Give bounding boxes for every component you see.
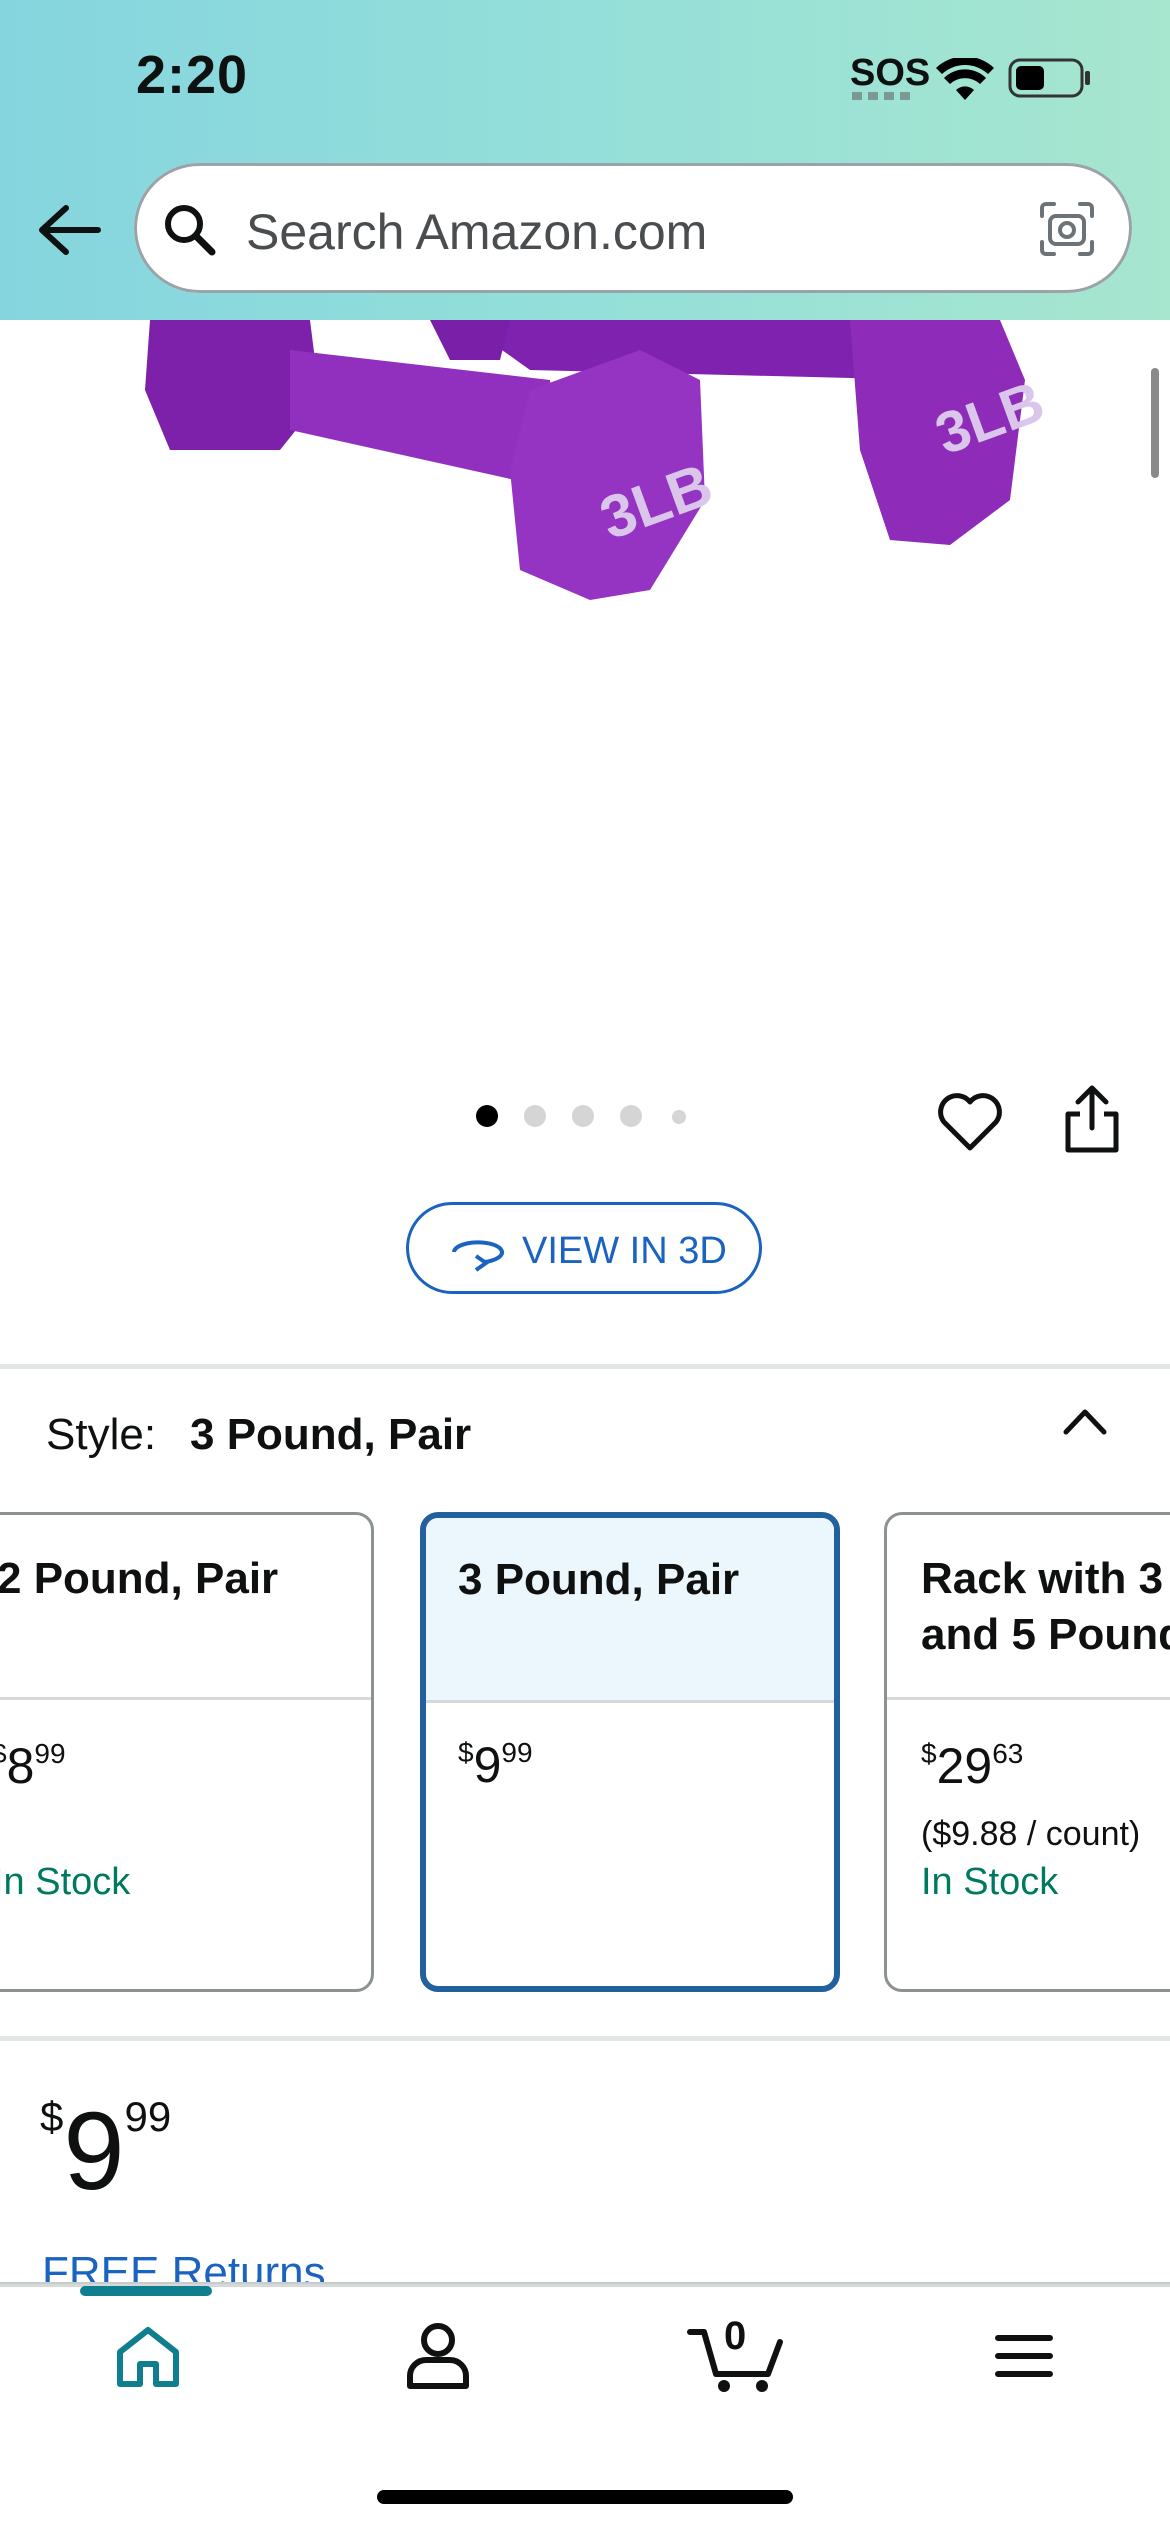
- variant-unit-price: ($9.88 / count): [921, 1815, 1141, 1853]
- variant-price: $2963: [921, 1738, 1024, 1794]
- heart-icon[interactable]: [936, 1090, 1004, 1154]
- pagination-dot[interactable]: [672, 1110, 686, 1124]
- variant-title: 3 Pound, Pair: [458, 1555, 740, 1604]
- account-icon[interactable]: [404, 2320, 472, 2390]
- chevron-up-icon[interactable]: [1060, 1400, 1110, 1440]
- pagination-dot[interactable]: [572, 1105, 594, 1127]
- pagination-dot[interactable]: [620, 1105, 642, 1127]
- wifi-icon: [936, 58, 994, 100]
- variant-title: 2 Pound, Pair: [0, 1554, 279, 1603]
- variant-stock: In Stock: [921, 1861, 1059, 1903]
- section-divider: [0, 1364, 1170, 1369]
- pagination-dot-active[interactable]: [476, 1105, 498, 1127]
- sos-indicator: SOS: [850, 52, 931, 94]
- pagination-dot[interactable]: [524, 1105, 546, 1127]
- battery-icon: [1008, 58, 1090, 98]
- scrollbar-thumb[interactable]: [1151, 368, 1159, 478]
- variant-card-2lb[interactable]: 2 Pound, Pair $899 In Stock: [0, 1512, 374, 1992]
- section-divider: [0, 2036, 1170, 2041]
- search-icon: [165, 205, 216, 256]
- cart-count-badge: 0: [724, 2314, 747, 2358]
- variant-card-rack[interactable]: Rack with 3 and 5 Pound $2963 ($9.88 / c…: [884, 1512, 1170, 1992]
- home-indicator: [377, 2490, 793, 2504]
- variant-card-head: 2 Pound, Pair: [0, 1515, 371, 1700]
- style-label: Style:: [46, 1410, 157, 1459]
- variant-title: Rack with 3 and 5 Pound: [921, 1554, 1170, 1659]
- status-time: 2:20: [136, 45, 249, 105]
- view-in-3d-label: VIEW IN 3D: [522, 1230, 727, 1272]
- nav-active-indicator: [80, 2286, 212, 2296]
- share-icon[interactable]: [1060, 1084, 1124, 1156]
- search-placeholder: Search Amazon.com: [246, 204, 708, 260]
- home-icon[interactable]: [114, 2324, 182, 2388]
- variant-card-head: 3 Pound, Pair: [426, 1518, 834, 1703]
- rotate-3d-icon: [452, 1240, 504, 1272]
- style-value: 3 Pound, Pair: [190, 1410, 472, 1459]
- menu-icon[interactable]: [994, 2332, 1054, 2380]
- variant-price: $899: [0, 1738, 66, 1794]
- variant-stock: In Stock: [0, 1861, 131, 1903]
- product-image-dumbbells[interactable]: 3LB 3LB: [130, 320, 1050, 620]
- product-price: $999: [40, 2090, 172, 2213]
- back-arrow-icon[interactable]: [34, 200, 106, 260]
- variant-card-3lb-selected[interactable]: 3 Pound, Pair $999: [420, 1512, 840, 1992]
- camera-lens-icon[interactable]: [1036, 198, 1098, 260]
- sos-dots: [852, 92, 912, 100]
- variant-price: $999: [458, 1737, 533, 1793]
- variant-card-head: Rack with 3 and 5 Pound: [887, 1515, 1170, 1700]
